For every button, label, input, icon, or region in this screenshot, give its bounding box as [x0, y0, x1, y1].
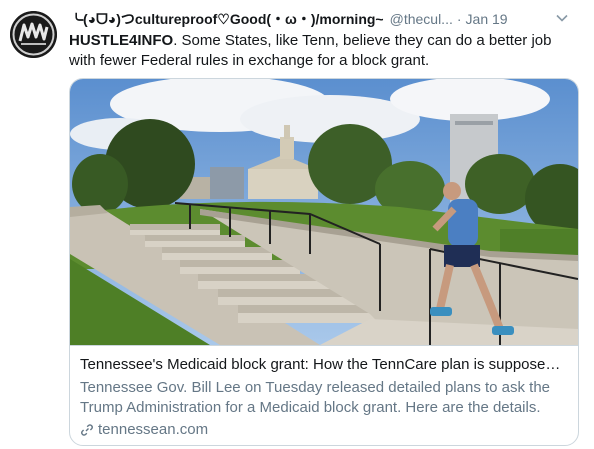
link-card[interactable]: Tennessee's Medicaid block grant: How th…: [69, 78, 579, 446]
timestamp[interactable]: Jan 19: [466, 11, 508, 27]
link-icon: [81, 424, 93, 436]
card-body[interactable]: Tennessee's Medicaid block grant: How th…: [70, 345, 578, 438]
display-name[interactable]: ╰(◕ᗜ◕)つcultureproof♡Good(・ω・)/morning~: [69, 9, 384, 29]
tweet[interactable]: ╰(◕ᗜ◕)つcultureproof♡Good(・ω・)/morning~ @…: [0, 0, 594, 449]
card-domain-text[interactable]: tennessean.com: [98, 420, 208, 440]
tweet-text: HUSTLE4INFO. Some States, like Tenn, bel…: [69, 31, 579, 71]
mention-link[interactable]: HUSTLE4INFO: [69, 32, 173, 49]
user-handle[interactable]: @thecul...: [390, 11, 453, 27]
separator-dot: ·: [456, 11, 462, 27]
chevron-down-icon[interactable]: [555, 11, 569, 28]
avatar-image: [10, 11, 57, 58]
card-description: Tennessee Gov. Bill Lee on Tuesday relea…: [80, 379, 551, 416]
card-image: [70, 79, 578, 345]
avatar[interactable]: [10, 11, 57, 58]
card-domain[interactable]: tennessean.com: [80, 420, 208, 440]
card-title[interactable]: Tennessee's Medicaid block grant: How th…: [80, 355, 568, 375]
tweet-header: ╰(◕ᗜ◕)つcultureproof♡Good(・ω・)/morning~ @…: [69, 9, 589, 29]
